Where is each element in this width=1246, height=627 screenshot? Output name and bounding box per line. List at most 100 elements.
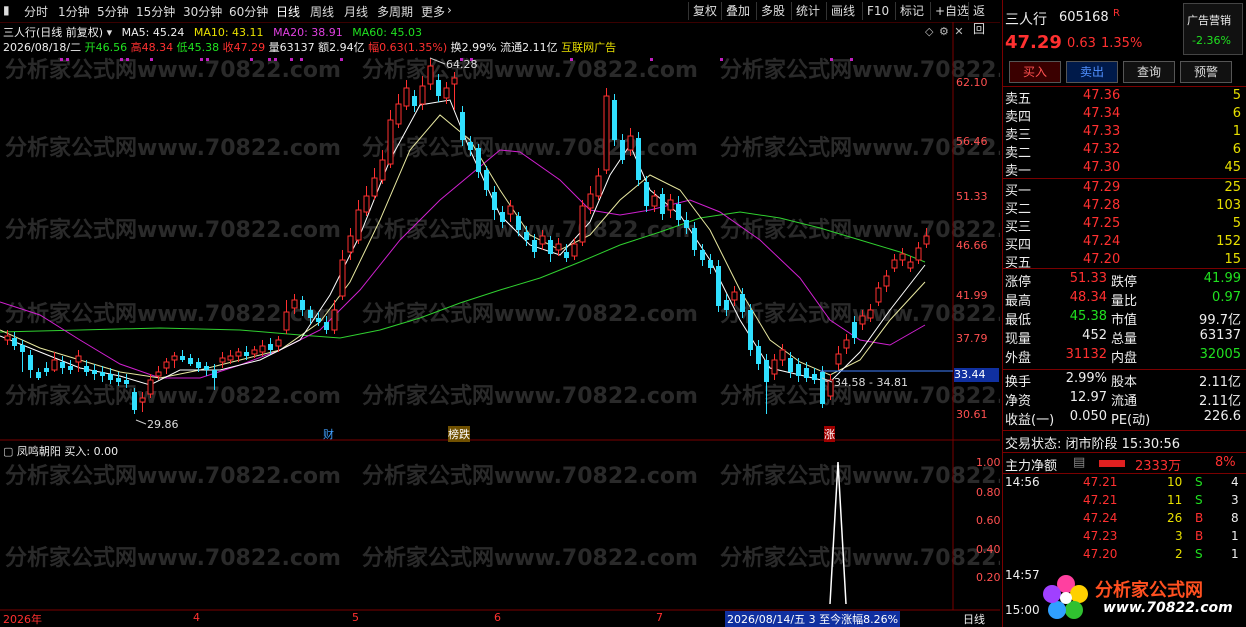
bid-row[interactable]: 买二 47.28 103: [1003, 198, 1246, 217]
candle-body: [731, 291, 738, 301]
candle-body: [443, 87, 450, 99]
candle-body: [620, 140, 625, 160]
kline-chart[interactable]: 64.28 29.86 34.58 - 34.81: [0, 0, 1000, 627]
price-tick: 46.66: [956, 239, 988, 252]
tick-count: 1: [1231, 547, 1239, 561]
list-icon[interactable]: ▤: [1073, 455, 1085, 470]
level-price: 47.25: [1083, 216, 1121, 231]
candle-body: [235, 351, 242, 357]
ask-row[interactable]: 卖五 47.36 5: [1003, 88, 1246, 107]
candle-body: [692, 228, 697, 250]
time-axis: 2026年 4 5 6 7 2026/08/14/五 3 至今涨幅8.26% 日…: [0, 611, 1000, 627]
candle-body: [204, 366, 209, 370]
candle-body: [612, 100, 617, 140]
candle-body: [788, 358, 793, 372]
candle-body: [603, 95, 610, 171]
ask-row[interactable]: 卖二 47.32 6: [1003, 142, 1246, 161]
tick-time: 15:00: [1005, 603, 1040, 617]
candle-body: [651, 195, 658, 207]
alert-button[interactable]: 预警: [1180, 61, 1232, 83]
candle-body: [219, 357, 226, 363]
ranking-tag[interactable]: 榜跌: [448, 426, 470, 442]
logo-text: 分析家公式网: [1095, 580, 1203, 601]
indicator-tick: 0.40: [976, 543, 1001, 556]
candle-body: [324, 322, 329, 330]
stat-value: 2.99%: [1065, 371, 1107, 386]
candle-body: [524, 232, 529, 240]
price-tick: 51.33: [956, 190, 988, 203]
tick-price: 47.24: [1083, 511, 1118, 525]
candle-body: [923, 235, 930, 245]
candle-body: [571, 243, 578, 257]
buy-button[interactable]: 买入: [1009, 61, 1061, 83]
stat-label: 涨停: [1005, 275, 1032, 290]
stat-label: 净资: [1005, 394, 1032, 409]
main-net-pct: 8%: [1215, 455, 1236, 470]
rise-tag[interactable]: 涨: [824, 426, 835, 442]
divider: [1003, 178, 1246, 179]
bid-row[interactable]: 买一 47.29 25: [1003, 180, 1246, 199]
level-volume: 6: [1232, 106, 1241, 121]
candle-body: [44, 368, 49, 372]
bid-row[interactable]: 买四 47.24 152: [1003, 234, 1246, 253]
price-change-pct: 1.35%: [1101, 36, 1143, 51]
indicator-toggle-icon[interactable]: ▢: [3, 445, 13, 458]
candle-body: [68, 366, 73, 370]
stat-value: 32005: [1199, 347, 1241, 362]
stat-value: 12.97: [1069, 390, 1107, 405]
finance-tag[interactable]: 财: [323, 426, 334, 442]
signal-dot: [830, 58, 833, 61]
stat-value: 226.6: [1203, 409, 1241, 424]
level-volume: 45: [1224, 160, 1241, 175]
stats-table: 涨停 51.33 跌停 41.99 最高 48.34 量比 0.97 最低 45.38 市值 99.7…: [1003, 271, 1246, 371]
stat-value: 99.7亿: [1199, 313, 1241, 328]
divider: [1003, 369, 1246, 370]
indicator-tick: 0.20: [976, 571, 1001, 584]
level-price: 47.30: [1083, 160, 1121, 175]
sector-box[interactable]: 广告营销 -2.36%: [1183, 3, 1243, 55]
candle-body: [492, 192, 497, 210]
bid-row[interactable]: 买三 47.25 5: [1003, 216, 1246, 235]
stats-table-2: 换手 2.99% 股本 2.11亿 净资 12.97 流通 2.11亿 收益(一) 0.050 PE…: [1003, 371, 1246, 431]
signal-dot: [650, 58, 653, 61]
high-annotation: 64.28: [446, 58, 478, 71]
main-net-label: 主力净额: [1005, 459, 1058, 474]
ask-row[interactable]: 卖三 47.33 1: [1003, 124, 1246, 143]
sell-button[interactable]: 卖出: [1066, 61, 1118, 83]
candle-body: [476, 148, 481, 172]
candle-body: [75, 355, 82, 363]
candle-body: [268, 344, 273, 350]
main-net-value: 2333万: [1135, 459, 1182, 474]
ask-row[interactable]: 卖四 47.34 6: [1003, 106, 1246, 125]
tick-side: S: [1195, 475, 1203, 489]
candle-body: [403, 87, 410, 107]
signal-dot: [126, 58, 129, 61]
candle-body: [387, 119, 394, 165]
stat-label: 收益(一): [1005, 413, 1055, 428]
tick-list[interactable]: 14:56 47.21 10 S 4 47.21 11 S 3 47.24 26 B 8 47.23 3 B 1…: [1003, 475, 1246, 567]
level-label: 买二: [1005, 202, 1032, 217]
candle-body: [132, 392, 137, 410]
query-button[interactable]: 查询: [1123, 61, 1175, 83]
level-label: 买一: [1005, 184, 1032, 199]
candle-body: [636, 138, 641, 180]
candle-body: [852, 322, 857, 338]
candle-body: [516, 216, 521, 230]
stat-label: 股本: [1111, 375, 1138, 390]
candle-body: [316, 318, 321, 322]
tick-count: 4: [1231, 475, 1239, 489]
candle-body: [748, 310, 753, 350]
signal-dot: [290, 58, 293, 61]
flower-logo-icon: [1043, 575, 1088, 619]
signal-dot: [274, 58, 277, 61]
level-label: 卖五: [1005, 92, 1032, 107]
candle-body: [347, 235, 354, 253]
candle-body: [339, 259, 346, 297]
price-tick: 62.10: [956, 76, 988, 89]
level-volume: 152: [1216, 234, 1241, 249]
price-tick: 30.61: [956, 408, 988, 421]
level-label: 买三: [1005, 220, 1032, 235]
candle-body: [180, 356, 185, 360]
signal-dot: [120, 58, 123, 61]
ask-row[interactable]: 卖一 47.30 45: [1003, 160, 1246, 179]
